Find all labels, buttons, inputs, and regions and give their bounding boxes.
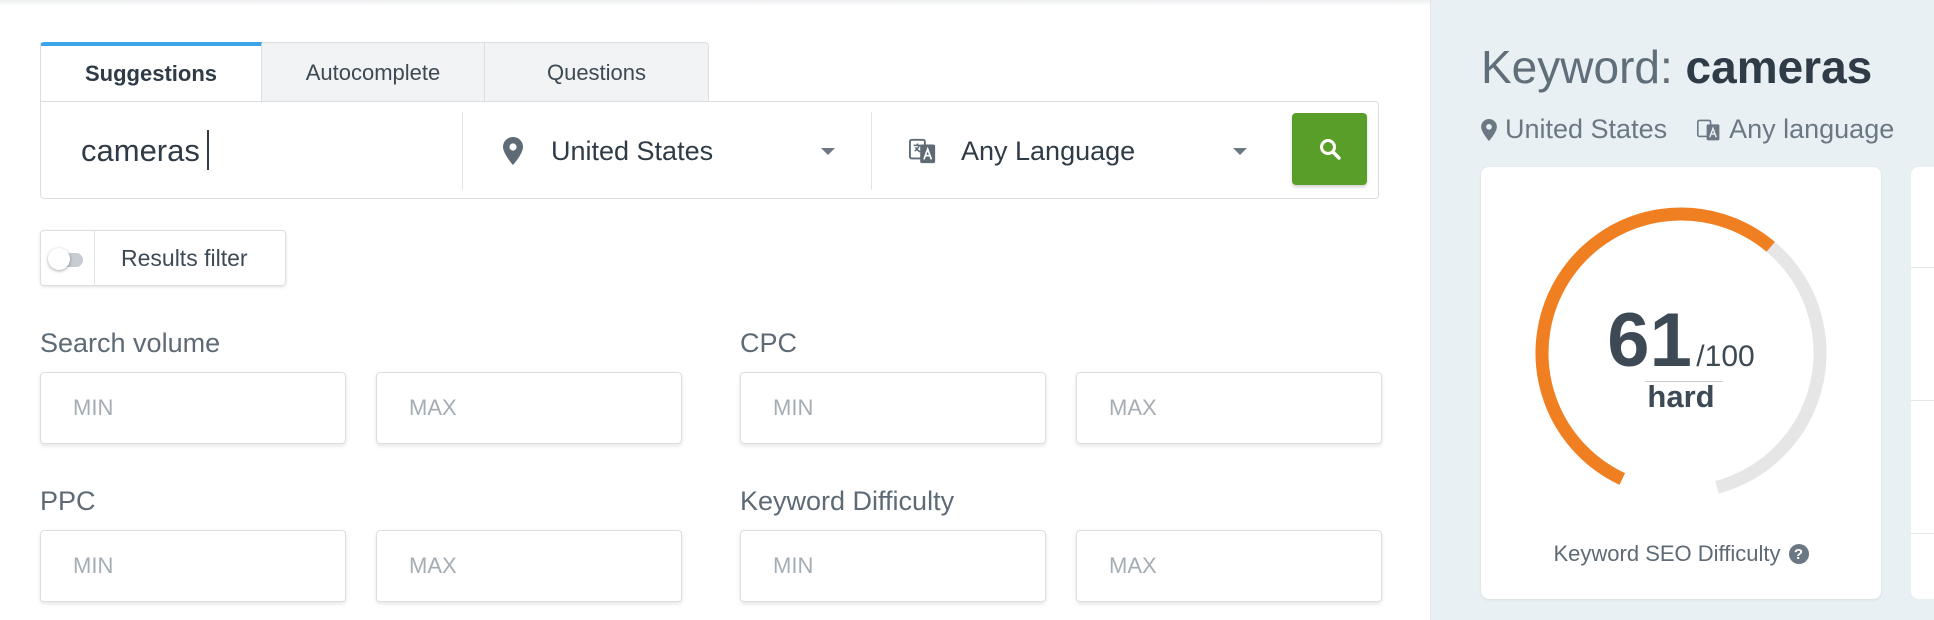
ppc-label: PPC <box>40 486 96 516</box>
keyword-overview-panel: Keyword: cameras United States Any langu… <box>1430 0 1934 620</box>
language-value: Any Language <box>961 135 1136 166</box>
tab-questions[interactable]: Questions <box>485 42 709 102</box>
keyword-meta: United States Any language <box>1481 114 1894 145</box>
difficulty-caption: Keyword SEO Difficulty ? <box>1481 541 1881 567</box>
difficulty-score: 61 <box>1607 298 1692 383</box>
results-filter-label: Results filter <box>121 244 248 271</box>
location-value: United States <box>551 135 714 166</box>
card-divider <box>1911 533 1934 534</box>
ppc-min-input[interactable] <box>40 530 346 602</box>
help-icon[interactable]: ? <box>1788 544 1809 564</box>
chevron-down-icon <box>1233 147 1247 155</box>
translate-icon <box>909 135 937 167</box>
secondary-card <box>1911 167 1934 599</box>
search-icon <box>1319 139 1341 160</box>
ppc-max-input[interactable] <box>376 530 682 602</box>
keyword-title-value: cameras <box>1685 41 1873 93</box>
keyword-title-prefix: Keyword: <box>1481 41 1673 93</box>
difficulty-score-group: 61 /100 <box>1481 297 1881 384</box>
card-divider <box>1911 400 1934 401</box>
keyword-difficulty-min-input[interactable] <box>740 530 1046 602</box>
difficulty-caption-text: Keyword SEO Difficulty <box>1553 541 1781 566</box>
difficulty-level: hard <box>1647 379 1715 414</box>
search-volume-max-input[interactable] <box>376 372 682 444</box>
location-pin-icon <box>1481 118 1497 141</box>
text-caret <box>207 130 209 170</box>
keyword-difficulty-max-input[interactable] <box>1076 530 1382 602</box>
toggle-knob <box>48 248 70 270</box>
seo-difficulty-card: 61 /100 hard Keyword SEO Difficulty ? <box>1481 167 1881 599</box>
language-select[interactable]: Any Language <box>871 102 1281 200</box>
results-filter-toggle[interactable]: Results filter <box>40 230 286 286</box>
search-button[interactable] <box>1292 113 1367 185</box>
search-volume-label: Search volume <box>40 328 221 358</box>
cpc-label: CPC <box>740 328 798 358</box>
card-divider <box>1911 267 1934 268</box>
tab-suggestions[interactable]: Suggestions <box>40 42 262 102</box>
location-pin-icon <box>499 135 527 167</box>
keyword-difficulty-label: Keyword Difficulty <box>740 486 955 516</box>
search-tabs: Suggestions Autocomplete Questions <box>40 42 709 102</box>
search-volume-min-input[interactable] <box>40 372 346 444</box>
search-bar: United States Any Language <box>40 101 1379 199</box>
chevron-down-icon <box>821 147 835 155</box>
keyword-title: Keyword: cameras <box>1481 40 1872 94</box>
top-shadow <box>0 0 1430 6</box>
keyword-language: Any language <box>1729 114 1895 144</box>
toggle-switch[interactable] <box>41 231 95 285</box>
translate-icon <box>1697 118 1721 142</box>
cpc-min-input[interactable] <box>740 372 1046 444</box>
tab-autocomplete[interactable]: Autocomplete <box>262 42 485 102</box>
difficulty-max: /100 <box>1696 340 1755 373</box>
cpc-max-input[interactable] <box>1076 372 1382 444</box>
keyword-input[interactable] <box>81 128 441 174</box>
location-select[interactable]: United States <box>461 102 869 200</box>
keyword-location: United States <box>1505 114 1668 144</box>
